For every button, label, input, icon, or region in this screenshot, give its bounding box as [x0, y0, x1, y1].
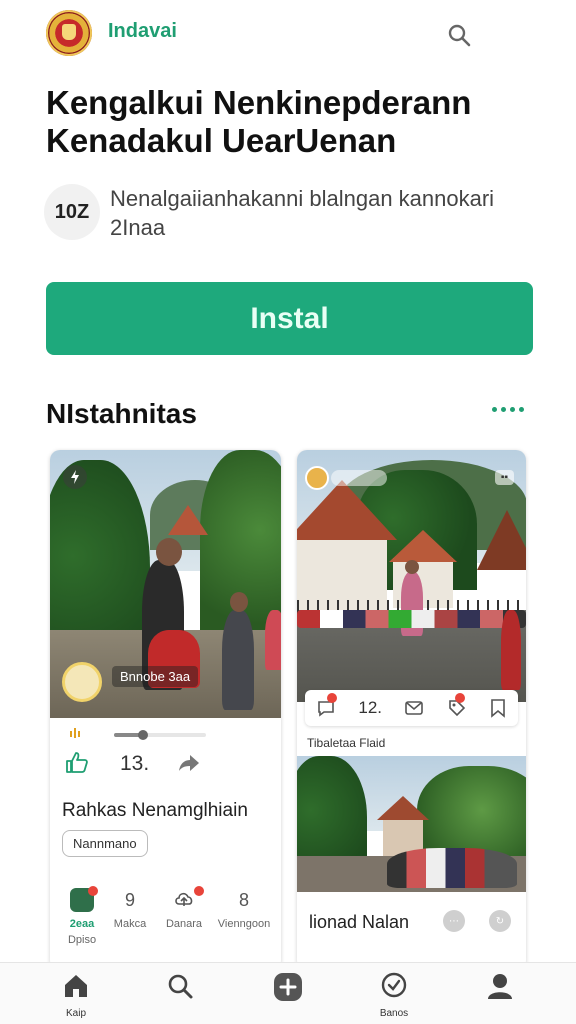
- app-header: Indavai: [0, 0, 576, 68]
- card-title: lionad Nalan: [309, 912, 410, 932]
- rating-badge: 10Z: [44, 184, 100, 240]
- lightning-icon: [63, 465, 87, 489]
- card-photo: ▪▪: [297, 450, 526, 702]
- add-icon: [274, 973, 302, 1001]
- notification-dot: [88, 886, 98, 896]
- notification-dot: [327, 693, 337, 703]
- user-avatar[interactable]: [62, 662, 102, 702]
- live-badge: ▪▪: [494, 470, 514, 485]
- user-avatar[interactable]: [305, 466, 329, 490]
- stat-item[interactable]: Danara: [156, 888, 212, 930]
- app-logo: [46, 10, 92, 56]
- feed-card-left[interactable]: Bnnobe 3aa 13. Rahkas Nenamglhiain Nannm…: [50, 450, 281, 970]
- share-arrow-icon[interactable]: [176, 752, 202, 774]
- bookmark-icon[interactable]: [489, 698, 507, 718]
- nav-item-search[interactable]: [150, 971, 210, 1006]
- notification-dot: [455, 693, 465, 703]
- stat-item[interactable]: 8 Vienngoon: [216, 888, 272, 930]
- action-bar: 12.: [305, 690, 518, 726]
- nav-item-home[interactable]: Kaip: [46, 971, 106, 1019]
- nav-item-profile[interactable]: [470, 971, 530, 1006]
- app-name: Indavai: [108, 20, 177, 42]
- profile-icon: [488, 974, 512, 999]
- install-button[interactable]: Instal: [46, 282, 533, 355]
- page-title: Kengalkui Nenkinepderann Kenadakul UearU…: [46, 84, 472, 159]
- search-icon: [168, 974, 193, 999]
- card-caption: Tibaletaa Flaid: [307, 736, 386, 750]
- action-count: 12.: [358, 698, 383, 717]
- overlay-pill: [331, 470, 387, 486]
- card-photo: Bnnobe 3aa: [50, 450, 281, 718]
- stat-item[interactable]: 9 Makca: [102, 888, 158, 930]
- home-icon: [65, 975, 87, 997]
- share-button[interactable]: ↻: [489, 910, 511, 932]
- cloud-upload-icon: [175, 892, 193, 906]
- notification-dot: [194, 886, 204, 896]
- bottom-navigation: Kaip Banos: [0, 962, 576, 1024]
- nav-item-add[interactable]: [258, 971, 318, 1008]
- check-circle-icon: [381, 972, 407, 998]
- search-icon[interactable]: [446, 22, 472, 48]
- thumbs-up-icon[interactable]: [64, 750, 90, 776]
- card-overlay-label: Bnnobe 3aa: [112, 666, 199, 687]
- app-subtitle: Nenalgaiianhakanni blalngan kannokari 2I…: [110, 186, 495, 240]
- nav-item-check[interactable]: Banos: [364, 971, 424, 1019]
- audio-icon: [70, 728, 80, 738]
- progress-bar[interactable]: [114, 730, 206, 740]
- card-name: Rahkas Nenamglhiain: [62, 800, 248, 821]
- email-icon[interactable]: [404, 698, 424, 718]
- section-title: NIstahnitas: [46, 398, 197, 429]
- feed-card-right[interactable]: ▪▪ 12. Tibaletaa Flaid lionad Nalan ⋯ ↻: [297, 450, 526, 970]
- like-count: 13.: [120, 752, 150, 775]
- more-options-icon[interactable]: [492, 402, 526, 416]
- tag-chip[interactable]: Nannmano: [62, 830, 148, 857]
- card-photo-secondary: [297, 756, 526, 892]
- more-button[interactable]: ⋯: [443, 910, 465, 932]
